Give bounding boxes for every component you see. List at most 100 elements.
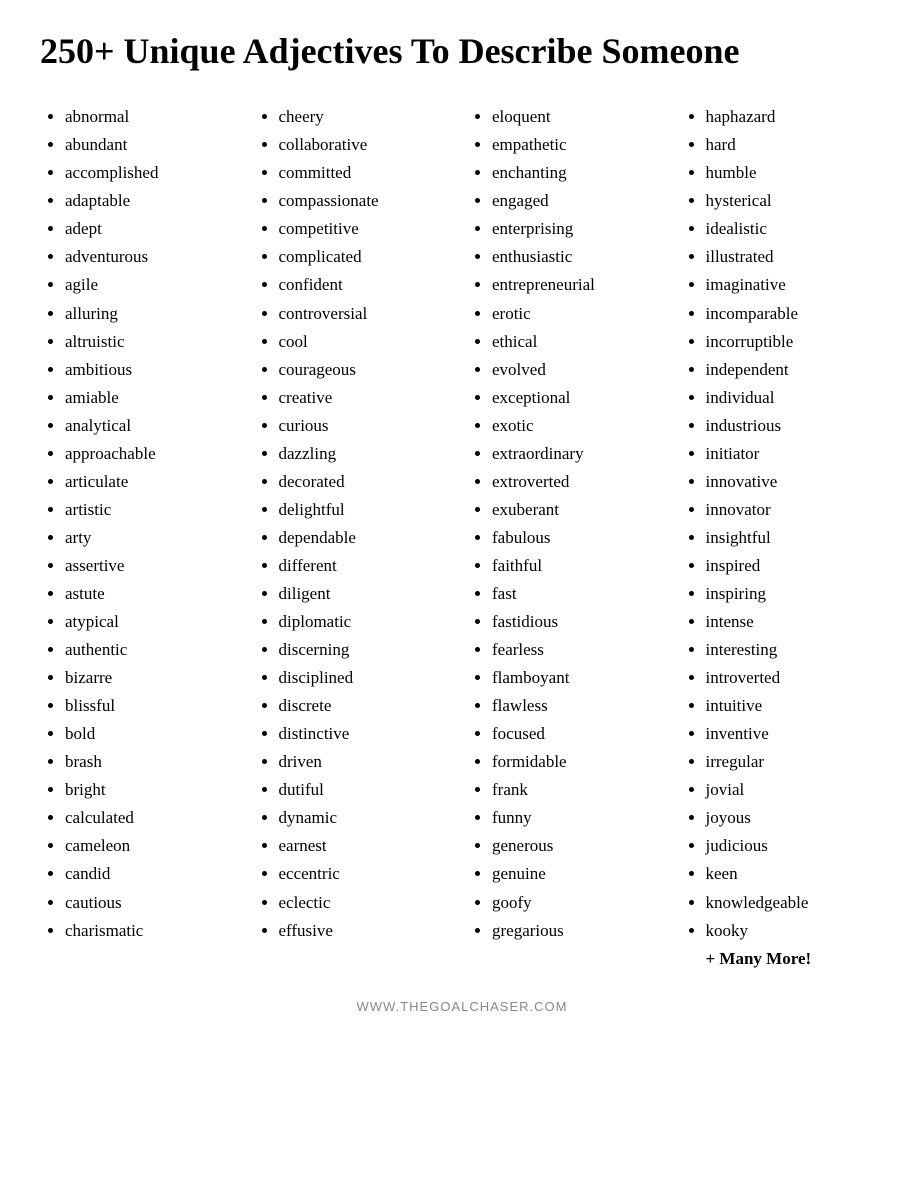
list-item: imaginative (706, 271, 880, 299)
list-item: bright (65, 776, 239, 804)
list-item: incorruptible (706, 328, 880, 356)
list-item: accomplished (65, 159, 239, 187)
list-item: effusive (279, 917, 453, 945)
list-item: entrepreneurial (492, 271, 666, 299)
list-item: analytical (65, 412, 239, 440)
list-item: diplomatic (279, 608, 453, 636)
footer-url: WWW.THEGOALCHASER.COM (40, 999, 884, 1014)
list-item: bizarre (65, 664, 239, 692)
list-item: dutiful (279, 776, 453, 804)
list-item: creative (279, 384, 453, 412)
list-item: enterprising (492, 215, 666, 243)
list-item: empathetic (492, 131, 666, 159)
column-1: abnormalabundantaccomplishedadaptableade… (40, 103, 244, 968)
list-item: keen (706, 860, 880, 888)
list-item: flawless (492, 692, 666, 720)
list-item: amiable (65, 384, 239, 412)
list-item: eccentric (279, 860, 453, 888)
list-item: hysterical (706, 187, 880, 215)
list-item: abnormal (65, 103, 239, 131)
list-item: dependable (279, 524, 453, 552)
adjectives-grid: abnormalabundantaccomplishedadaptableade… (40, 103, 884, 968)
list-item: blissful (65, 692, 239, 720)
list-item: fabulous (492, 524, 666, 552)
list-item: engaged (492, 187, 666, 215)
list-item: individual (706, 384, 880, 412)
list-item: haphazard (706, 103, 880, 131)
list-item: artistic (65, 496, 239, 524)
list-item: gregarious (492, 917, 666, 945)
list-item: hard (706, 131, 880, 159)
list-item: incomparable (706, 300, 880, 328)
list-item: initiator (706, 440, 880, 468)
list-item: insightful (706, 524, 880, 552)
list-item: delightful (279, 496, 453, 524)
list-item: charismatic (65, 917, 239, 945)
list-item: complicated (279, 243, 453, 271)
list-item: candid (65, 860, 239, 888)
list-item: diligent (279, 580, 453, 608)
list-item: fearless (492, 636, 666, 664)
list-item: alluring (65, 300, 239, 328)
list-item: cameleon (65, 832, 239, 860)
list-item: altruistic (65, 328, 239, 356)
list-item: irregular (706, 748, 880, 776)
list-item: industrious (706, 412, 880, 440)
list-item: arty (65, 524, 239, 552)
list-item: flamboyant (492, 664, 666, 692)
list-item: cheery (279, 103, 453, 131)
page-title: 250+ Unique Adjectives To Describe Someo… (40, 30, 884, 73)
list-item: competitive (279, 215, 453, 243)
list-item: articulate (65, 468, 239, 496)
list-item: committed (279, 159, 453, 187)
list-item: innovative (706, 468, 880, 496)
list-item: inventive (706, 720, 880, 748)
list-item: humble (706, 159, 880, 187)
list-item: illustrated (706, 243, 880, 271)
list-item: dynamic (279, 804, 453, 832)
list-item: adventurous (65, 243, 239, 271)
list-item: exceptional (492, 384, 666, 412)
list-item: dazzling (279, 440, 453, 468)
list-item: ambitious (65, 356, 239, 384)
list-item: compassionate (279, 187, 453, 215)
list-item: judicious (706, 832, 880, 860)
list-item: focused (492, 720, 666, 748)
list-item: funny (492, 804, 666, 832)
list-item: exotic (492, 412, 666, 440)
list-item: introverted (706, 664, 880, 692)
list-item: agile (65, 271, 239, 299)
list-item: adept (65, 215, 239, 243)
list-item: generous (492, 832, 666, 860)
list-item: joyous (706, 804, 880, 832)
list-item: fast (492, 580, 666, 608)
list-item: discerning (279, 636, 453, 664)
list-item: adaptable (65, 187, 239, 215)
list-item: brash (65, 748, 239, 776)
list-item: goofy (492, 889, 666, 917)
list-item: astute (65, 580, 239, 608)
list-item: ethical (492, 328, 666, 356)
list-item: driven (279, 748, 453, 776)
list-item: inspiring (706, 580, 880, 608)
list-item: innovator (706, 496, 880, 524)
list-item: genuine (492, 860, 666, 888)
list-item: intuitive (706, 692, 880, 720)
list-item: interesting (706, 636, 880, 664)
list-item: intense (706, 608, 880, 636)
list-item: independent (706, 356, 880, 384)
list-item: authentic (65, 636, 239, 664)
column-3: eloquentempatheticenchantingengagedenter… (467, 103, 671, 968)
list-item: extroverted (492, 468, 666, 496)
list-item: kooky (706, 917, 880, 945)
list-item: collaborative (279, 131, 453, 159)
list-item: approachable (65, 440, 239, 468)
list-item: calculated (65, 804, 239, 832)
column-4: haphazardhardhumblehystericalidealistici… (681, 103, 885, 968)
list-item: knowledgeable (706, 889, 880, 917)
list-item: earnest (279, 832, 453, 860)
list-item: eclectic (279, 889, 453, 917)
list-item: fastidious (492, 608, 666, 636)
list-item: frank (492, 776, 666, 804)
list-item: confident (279, 271, 453, 299)
